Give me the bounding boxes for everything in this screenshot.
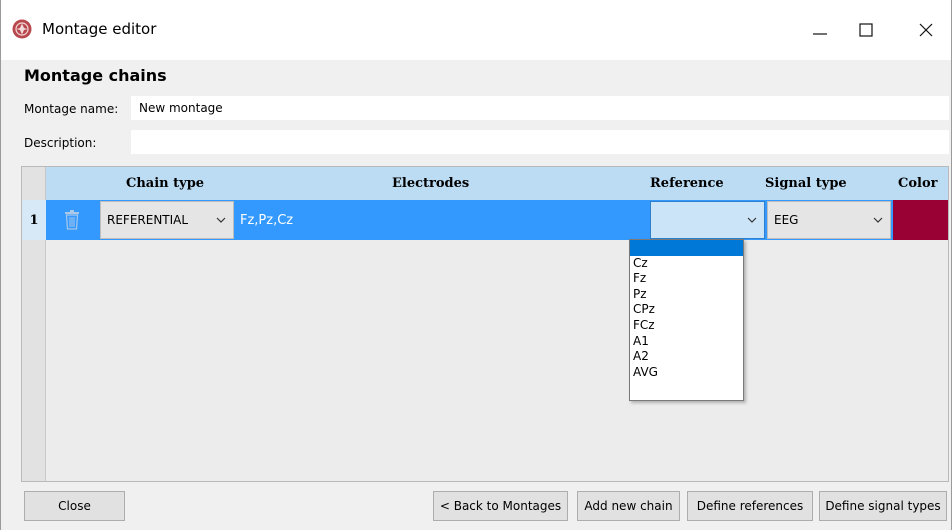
chain-type-value: REFERENTIAL xyxy=(107,213,189,227)
maximize-button[interactable] xyxy=(843,12,889,48)
reference-option[interactable]: Cz xyxy=(630,256,743,272)
window-title: Montage editor xyxy=(42,20,157,38)
column-header-signal-type: Signal type xyxy=(765,176,847,191)
column-header-color: Color xyxy=(898,176,938,191)
reference-option[interactable]: CPz xyxy=(630,302,743,318)
column-header-electrodes: Electrodes xyxy=(392,176,470,191)
description-input[interactable] xyxy=(131,130,949,154)
minimize-icon xyxy=(813,33,827,35)
close-window-button[interactable] xyxy=(903,12,949,48)
reference-option[interactable]: A2 xyxy=(630,349,743,365)
minimize-button[interactable] xyxy=(797,12,843,48)
title-bar: Montage editor xyxy=(1,0,951,60)
reference-option[interactable]: FCz xyxy=(630,318,743,334)
description-label: Description: xyxy=(24,136,97,150)
electrodes-input[interactable]: Fz,Pz,Cz xyxy=(236,200,646,240)
define-references-button[interactable]: Define references xyxy=(687,491,813,521)
reference-option[interactable]: AVG xyxy=(630,365,743,381)
maximize-icon xyxy=(859,23,873,37)
row-number[interactable]: 1 xyxy=(22,200,46,240)
signal-type-select[interactable]: EEG xyxy=(767,201,891,239)
page-heading: Montage chains xyxy=(24,66,167,85)
chevron-down-icon xyxy=(866,217,890,223)
app-logo-icon xyxy=(12,19,32,39)
reference-select[interactable] xyxy=(650,201,765,239)
signal-type-value: EEG xyxy=(774,213,799,227)
add-new-chain-button[interactable]: Add new chain xyxy=(577,491,680,521)
column-headers: Chain type Electrodes Reference Signal t… xyxy=(46,167,948,200)
reference-option[interactable] xyxy=(630,240,743,256)
reference-option[interactable]: Fz xyxy=(630,271,743,287)
chevron-down-icon xyxy=(740,217,764,223)
close-icon xyxy=(919,23,933,37)
montage-name-label: Montage name: xyxy=(24,102,119,116)
chevron-down-icon xyxy=(209,217,233,223)
reference-dropdown-list: Cz Fz Pz CPz FCz A1 A2 AVG xyxy=(629,239,744,401)
column-header-reference: Reference xyxy=(650,176,724,191)
chain-type-select[interactable]: REFERENTIAL xyxy=(100,201,234,239)
montage-editor-window: Montage editor Montage chains Montage na… xyxy=(0,0,952,530)
electrodes-value: Fz,Pz,Cz xyxy=(240,212,294,228)
color-swatch[interactable] xyxy=(893,200,948,240)
column-header-chain-type: Chain type xyxy=(126,176,205,191)
back-to-montages-button[interactable]: < Back to Montages xyxy=(433,491,568,521)
trash-icon xyxy=(65,210,79,230)
reference-option[interactable]: A1 xyxy=(630,334,743,350)
table-row[interactable]: REFERENTIAL Fz,Pz,Cz EEG xyxy=(46,200,948,240)
montage-name-input[interactable]: New montage xyxy=(131,96,949,120)
chains-table: Chain type Electrodes Reference Signal t… xyxy=(21,166,949,482)
delete-chain-button[interactable] xyxy=(46,200,98,240)
close-button[interactable]: Close xyxy=(24,491,125,521)
define-signal-types-button[interactable]: Define signal types xyxy=(819,491,947,521)
reference-option[interactable]: Pz xyxy=(630,287,743,303)
